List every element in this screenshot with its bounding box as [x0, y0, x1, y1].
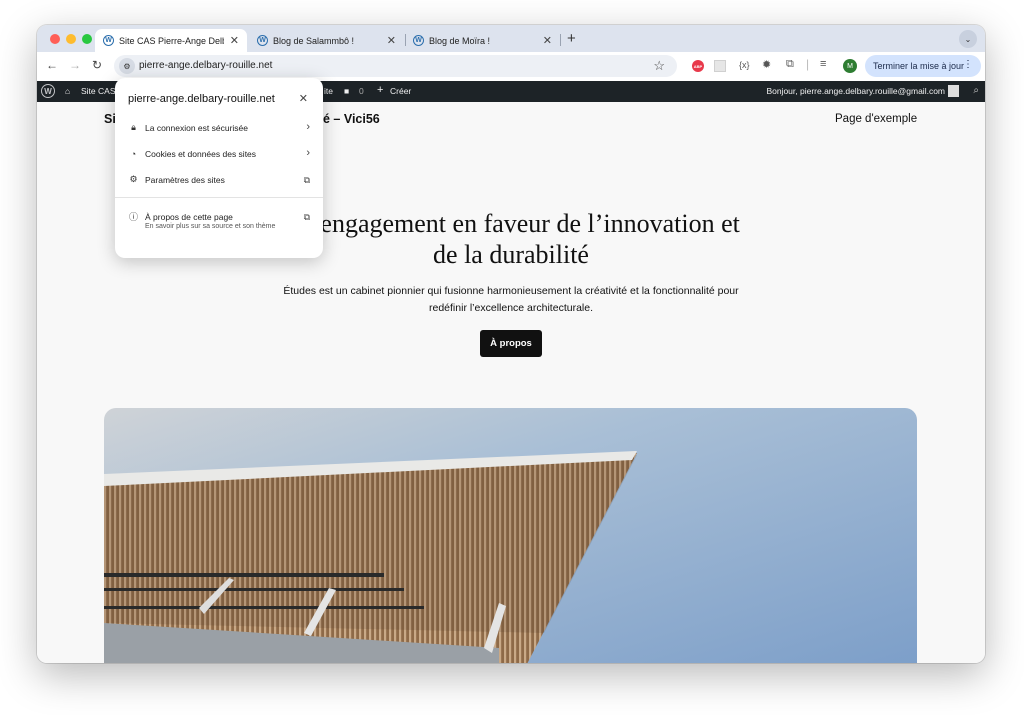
external-link-icon: ⧉ [303, 175, 310, 185]
search-icon[interactable]: ⌕ [973, 85, 979, 96]
tab-title: Blog de Salammbô ! [273, 35, 355, 46]
site-info-popup: pierre-ange.delbary-rouille.net ✕ 🔒︎ La … [115, 78, 323, 258]
url-text[interactable]: pierre-ange.delbary-rouille.net [139, 60, 272, 71]
comments-count[interactable]: 0 [359, 86, 364, 96]
tab-blog-salammbo[interactable]: W Blog de Salammbô ! ✕ [249, 29, 404, 52]
tab-search-button[interactable]: ⌄ [959, 30, 977, 48]
about-page-subtitle: En savoir plus sur sa source et son thèm… [145, 223, 276, 230]
lock-icon: 🔒︎ [131, 122, 136, 132]
about-button[interactable]: À propos [480, 330, 542, 357]
popup-item-label: À propos de cette page [145, 212, 233, 222]
popup-domain: pierre-ange.delbary-rouille.net [128, 93, 275, 105]
info-icon: ⓘ [128, 212, 138, 222]
address-bar[interactable]: ⚙ pierre-ange.delbary-rouille.net ☆ [114, 55, 677, 77]
tab-site-cas[interactable]: W Site CAS Pierre-Ange Delbary ✕ [95, 29, 247, 52]
connection-secure-item[interactable]: 🔒︎ La connexion est sécurisée › [128, 121, 310, 137]
extension-code-icon[interactable]: {x} [739, 60, 750, 70]
hero-heading: Un engagement en faveur de l’innovation … [282, 209, 740, 269]
hero-description: Études est un cabinet pionnier qui fusio… [283, 285, 739, 314]
chevron-right-icon: › [306, 121, 310, 133]
popup-item-label: Cookies et données des sites [145, 149, 257, 159]
menu-dots-icon[interactable]: ⋮ [963, 59, 973, 70]
popup-item-label: La connexion est sécurisée [145, 123, 249, 133]
create-link[interactable]: Créer [390, 86, 411, 96]
user-avatar[interactable] [948, 85, 959, 97]
reload-icon[interactable]: ↻ [92, 58, 102, 72]
close-icon[interactable]: ✕ [299, 92, 308, 105]
hero-architecture-image [104, 408, 917, 663]
comments-icon[interactable]: ■ [344, 86, 349, 96]
minimize-window-button[interactable] [66, 34, 76, 44]
extension-gear-icon[interactable]: ✹ [762, 58, 771, 71]
wordpress-icon: W [413, 35, 424, 46]
settings-gear-icon: ⚙ [129, 174, 138, 184]
site-settings-item[interactable]: ⚙ Paramètres des sites ⧉ [128, 173, 310, 189]
dashboard-icon[interactable]: ⌂ [65, 86, 70, 96]
profile-avatar[interactable]: M [843, 59, 857, 73]
new-tab-button[interactable]: + [567, 30, 576, 47]
forward-arrow-icon[interactable]: → [69, 58, 81, 72]
plus-icon[interactable]: + [377, 84, 383, 96]
tab-title: Blog de Moïra ! [429, 35, 491, 46]
update-label: Terminer la mise à jour [873, 61, 965, 71]
zoom-window-button[interactable] [82, 34, 92, 44]
site-title-continued[interactable]: é – Vici56 [323, 112, 380, 126]
window-controls [50, 34, 92, 44]
close-icon[interactable]: ✕ [230, 34, 239, 47]
wordpress-icon: W [257, 35, 268, 46]
popup-divider [115, 197, 323, 198]
reading-list-icon[interactable]: ≡ [820, 58, 826, 70]
adblock-extension-icon[interactable]: ABP [692, 60, 704, 72]
external-link-icon: ⧉ [303, 212, 310, 222]
popup-item-label: Paramètres des sites [145, 175, 225, 185]
tab-strip: W Site CAS Pierre-Ange Delbary ✕ W Blog … [37, 25, 985, 52]
browser-toolbar: ← → ↻ ⚙ pierre-ange.delbary-rouille.net … [37, 52, 985, 81]
extension-icon[interactable] [714, 60, 726, 72]
wordpress-icon: W [103, 35, 114, 46]
nav-link-sample-page[interactable]: Page d'exemple [835, 113, 917, 125]
extensions-puzzle-icon[interactable]: ⧉ [786, 58, 794, 71]
browser-window: W Site CAS Pierre-Ange Delbary ✕ W Blog … [37, 25, 985, 663]
back-arrow-icon[interactable]: ← [46, 58, 58, 72]
close-icon[interactable]: ✕ [387, 34, 396, 47]
site-name-link[interactable]: Site CAS [81, 86, 116, 96]
admin-bar-item-fragment[interactable]: ite [324, 86, 333, 96]
greeting-text[interactable]: Bonjour, pierre.ange.delbary.rouille@gma… [766, 86, 945, 96]
tab-title: Site CAS Pierre-Ange Delbary [119, 35, 224, 46]
cookie-icon: ◔ [130, 148, 137, 159]
update-browser-button[interactable]: Terminer la mise à jour ⋮ [865, 55, 981, 77]
tab-blog-moira[interactable]: W Blog de Moïra ! ✕ [405, 29, 560, 52]
site-info-icon[interactable]: ⚙ [119, 58, 135, 74]
wordpress-logo-icon[interactable]: W [41, 84, 55, 98]
cookies-item[interactable]: ◔ Cookies et données des sites › [128, 147, 310, 163]
chevron-right-icon: › [306, 147, 310, 159]
close-window-button[interactable] [50, 34, 60, 44]
close-icon[interactable]: ✕ [543, 34, 552, 47]
tab-separator [560, 34, 561, 46]
bookmark-star-icon[interactable]: ☆ [653, 58, 665, 74]
toolbar-divider: | [806, 57, 810, 71]
